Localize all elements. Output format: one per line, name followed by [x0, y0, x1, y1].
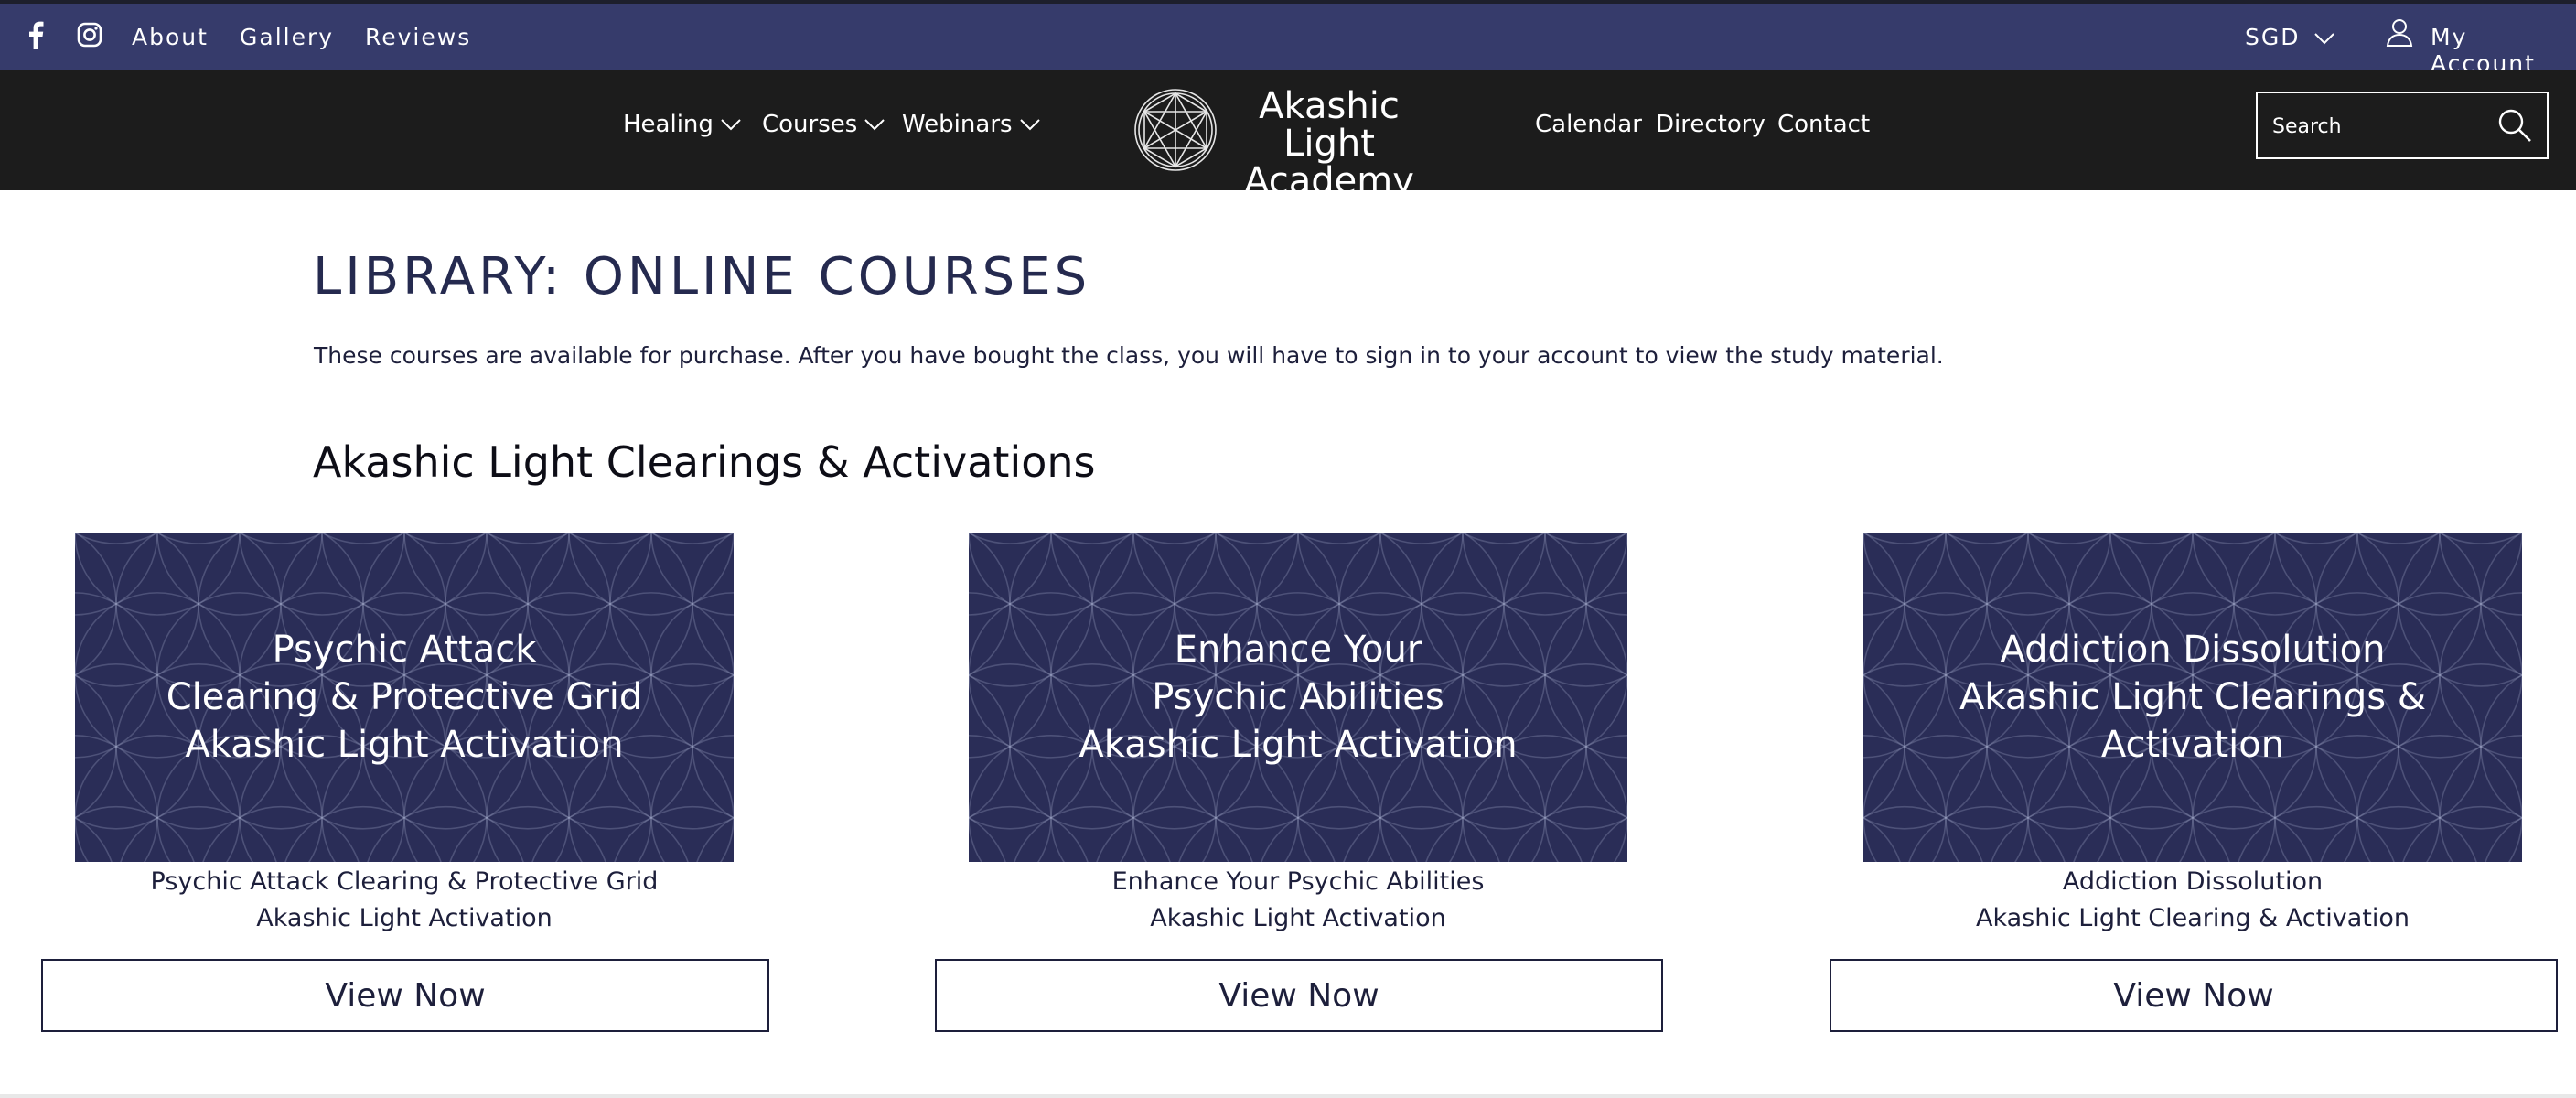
course-image[interactable]: Psychic Attack Clearing & Protective Gri…: [75, 533, 734, 862]
logo-line-1: Akashic Light: [1259, 85, 1400, 165]
search-input[interactable]: [2272, 110, 2483, 143]
search-icon[interactable]: [2497, 108, 2532, 146]
currency-label: SGD: [2245, 24, 2301, 50]
course-caption[interactable]: Enhance Your Psychic Abilities Akashic L…: [935, 864, 1661, 937]
view-now-button[interactable]: View Now: [1830, 959, 2558, 1032]
view-now-button[interactable]: View Now: [41, 959, 769, 1032]
logo-line-2: Academy: [1244, 160, 1414, 202]
chevron-down-icon: [1019, 110, 1040, 137]
chevron-down-icon: [721, 110, 741, 137]
chevron-down-icon: [2314, 31, 2334, 48]
top-link-gallery[interactable]: Gallery: [240, 24, 334, 50]
nav-contact[interactable]: Contact: [1777, 111, 1870, 138]
top-utility-bar: About Gallery Reviews SGD My Account: [0, 0, 2576, 77]
search-box: [2256, 92, 2549, 159]
user-icon[interactable]: [2386, 18, 2413, 51]
course-image-text: Psychic Attack Clearing & Protective Gri…: [166, 629, 643, 766]
nav-directory[interactable]: Directory: [1656, 111, 1766, 138]
view-now-button[interactable]: View Now: [935, 959, 1663, 1032]
course-image[interactable]: Enhance Your Psychic Abilities Akashic L…: [969, 533, 1627, 862]
currency-selector[interactable]: SGD: [2245, 24, 2334, 50]
nav-healing[interactable]: Healing: [623, 111, 741, 138]
logo-wordmark: Akashic Light Academy: [1219, 88, 1439, 200]
top-link-about[interactable]: About: [132, 24, 209, 50]
logo-emblem-icon: [1132, 86, 1219, 178]
footer-divider: [0, 1094, 2576, 1098]
nav-webinars[interactable]: Webinars: [902, 111, 1040, 138]
nav-healing-label: Healing: [623, 111, 714, 138]
nav-courses[interactable]: Courses: [762, 110, 886, 138]
page-title: LIBRARY: ONLINE COURSES: [313, 247, 1091, 307]
instagram-icon[interactable]: [77, 22, 102, 51]
main-navbar: Healing Courses Webinars Akashic Light A…: [0, 70, 2576, 200]
section-title: Akashic Light Clearings & Activations: [313, 437, 1096, 487]
facebook-icon[interactable]: [27, 20, 44, 53]
intro-text: These courses are available for purchase…: [314, 342, 1944, 369]
course-image-text: Addiction Dissolution Akashic Light Clea…: [1959, 629, 2427, 766]
nav-courses-label: Courses: [762, 111, 858, 138]
site-logo[interactable]: Akashic Light Academy: [1132, 86, 1433, 200]
nav-calendar[interactable]: Calendar: [1535, 111, 1642, 138]
course-image[interactable]: Addiction Dissolution Akashic Light Clea…: [1863, 533, 2522, 862]
nav-webinars-label: Webinars: [902, 111, 1013, 138]
course-caption[interactable]: Psychic Attack Clearing & Protective Gri…: [41, 864, 767, 937]
chevron-down-icon: [864, 110, 886, 137]
course-caption[interactable]: Addiction Dissolution Akashic Light Clea…: [1830, 864, 2556, 937]
top-link-reviews[interactable]: Reviews: [365, 24, 471, 50]
course-image-text: Enhance Your Psychic Abilities Akashic L…: [1079, 629, 1518, 766]
